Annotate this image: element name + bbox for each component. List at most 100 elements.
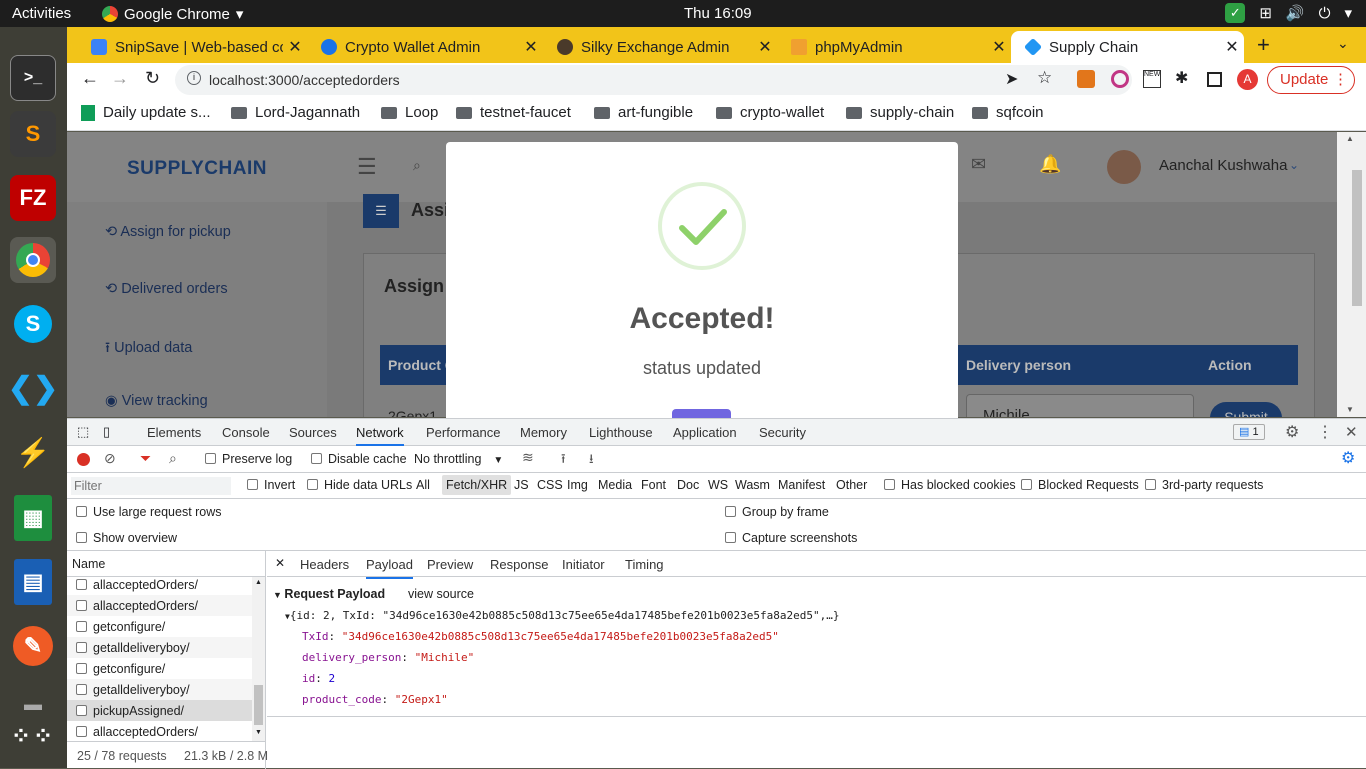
bookmark-folder[interactable]: Lord-Jagannath: [231, 104, 360, 121]
bookmark-folder[interactable]: supply-chain: [846, 104, 954, 121]
large-rows-checkbox[interactable]: Use large request rows: [76, 505, 222, 519]
blocked-requests-checkbox[interactable]: Blocked Requests: [1021, 478, 1139, 492]
tab-performance[interactable]: Performance: [426, 425, 500, 440]
request-row[interactable]: getalldeliveryboy/: [67, 637, 252, 658]
tab-snipsave[interactable]: SnipSave | Web-based co ✕: [77, 31, 307, 63]
activities-button[interactable]: Activities: [12, 5, 71, 22]
request-row[interactable]: allacceptedOrders/: [67, 595, 252, 616]
close-icon[interactable]: ✕: [1345, 423, 1358, 441]
invert-checkbox[interactable]: Invert: [247, 478, 295, 492]
close-icon[interactable]: ✕: [1220, 37, 1244, 57]
type-filter-fetch-xhr[interactable]: Fetch/XHR: [442, 475, 512, 495]
tab-crypto-wallet[interactable]: Crypto Wallet Admin ✕: [307, 31, 543, 63]
back-icon[interactable]: ←: [81, 68, 99, 89]
detail-tab-preview[interactable]: Preview: [427, 557, 473, 572]
close-icon[interactable]: ✕: [283, 37, 307, 57]
type-filter-font[interactable]: Font: [641, 478, 666, 492]
bookmark-folder[interactable]: art-fungible: [594, 104, 693, 121]
third-party-checkbox[interactable]: 3rd-party requests: [1145, 478, 1263, 492]
payload-section-header[interactable]: ▼ Request Payload: [273, 587, 385, 601]
info-icon[interactable]: i: [187, 71, 201, 85]
hide-data-urls-checkbox[interactable]: Hide data URLs: [307, 478, 412, 492]
mail-icon[interactable]: ✉: [971, 154, 986, 175]
filter-input[interactable]: [71, 477, 231, 495]
sidebar-item-delivered-orders[interactable]: ⟲ Delivered orders: [105, 281, 228, 297]
bell-icon[interactable]: 🔔: [1039, 154, 1061, 175]
type-filter-doc[interactable]: Doc: [677, 478, 699, 492]
tab-application[interactable]: Application: [673, 425, 737, 440]
chrome-icon[interactable]: [10, 237, 56, 283]
name-column-header[interactable]: Name: [67, 551, 266, 577]
spreadsheet-icon[interactable]: ▦: [14, 495, 52, 541]
metamask-icon[interactable]: [1077, 70, 1095, 88]
reload-icon[interactable]: ↻: [145, 68, 160, 89]
throttling-select[interactable]: No throttling ▼: [414, 452, 503, 466]
bookmark-folder[interactable]: Loop: [381, 104, 438, 121]
address-bar[interactable]: i localhost:3000/acceptedorders ➤ ☆: [175, 65, 1132, 95]
scroll-down-icon[interactable]: ▼: [1346, 405, 1354, 414]
has-blocked-cookies-checkbox[interactable]: Has blocked cookies: [884, 478, 1016, 492]
tab-sources[interactable]: Sources: [289, 425, 337, 440]
document-icon[interactable]: ▤: [14, 559, 52, 605]
type-filter-css[interactable]: CSS: [537, 478, 563, 492]
tab-lighthouse[interactable]: Lighthouse: [589, 425, 653, 440]
type-filter-manifest[interactable]: Manifest: [778, 478, 825, 492]
device-toolbar-icon[interactable]: ▯: [103, 424, 110, 440]
view-source-link[interactable]: view source: [408, 587, 474, 601]
filter-icon[interactable]: ⏷: [140, 450, 151, 467]
tab-elements[interactable]: Elements: [147, 425, 201, 440]
tab-console[interactable]: Console: [222, 425, 270, 440]
side-panel-icon[interactable]: [1207, 72, 1222, 87]
detail-tab-headers[interactable]: Headers: [300, 557, 349, 572]
hamburger-icon[interactable]: ☰: [357, 154, 377, 180]
scroll-down-icon[interactable]: ▼: [255, 729, 262, 736]
type-filter-js[interactable]: JS: [514, 478, 529, 492]
export-har-icon[interactable]: ⭳: [589, 450, 594, 472]
type-filter-other[interactable]: Other: [836, 478, 867, 492]
type-filter-img[interactable]: Img: [567, 478, 588, 492]
scrollbar-thumb[interactable]: [254, 685, 263, 725]
detail-tab-payload[interactable]: Payload: [366, 557, 413, 579]
preserve-log-checkbox[interactable]: Preserve log: [205, 452, 292, 466]
page-scrollbar[interactable]: ▲ ▼: [1337, 132, 1366, 417]
request-row[interactable]: allacceptedOrders/: [67, 721, 252, 741]
puzzle-icon[interactable]: ✱: [1175, 68, 1188, 88]
sublime-text-icon[interactable]: S: [10, 111, 56, 157]
tab-phpmyadmin[interactable]: phpMyAdmin ✕: [777, 31, 1011, 63]
system-tray[interactable]: ✓ ⊞ 🔊 ⏻ ▾: [1225, 3, 1352, 23]
request-row[interactable]: getconfigure/: [67, 658, 252, 679]
search-icon[interactable]: ⌕: [413, 157, 421, 174]
user-name[interactable]: Aanchal Kushwaha: [1159, 157, 1287, 174]
type-filter-media[interactable]: Media: [598, 478, 632, 492]
app-menu[interactable]: Google Chrome ▾: [102, 5, 243, 23]
sidebar-item-assign-pickup[interactable]: ⟲ Assign for pickup: [105, 224, 231, 240]
import-har-icon[interactable]: ⭱: [561, 450, 566, 472]
scrollbar-thumb[interactable]: [1352, 170, 1362, 306]
payload-summary[interactable]: ▼{id: 2, TxId: "34d96ce1630e42b0885c508d…: [285, 609, 840, 622]
detail-tab-timing[interactable]: Timing: [625, 557, 664, 572]
capture-screenshots-checkbox[interactable]: Capture screenshots: [725, 531, 857, 545]
sidebar-item-view-tracking[interactable]: ◉ View tracking: [105, 393, 208, 409]
extension-new-icon[interactable]: NEW: [1143, 70, 1161, 88]
bookmark-folder[interactable]: sqfcoin: [972, 104, 1044, 121]
request-row-selected[interactable]: pickupAssigned/: [67, 700, 252, 721]
request-row[interactable]: getconfigure/: [67, 616, 252, 637]
more-vert-icon[interactable]: ⋮: [1317, 422, 1333, 442]
delivery-person-select[interactable]: Michile: [966, 394, 1194, 417]
volume-icon[interactable]: 🔊: [1286, 4, 1305, 22]
send-icon[interactable]: ➤: [1005, 69, 1018, 89]
close-icon[interactable]: ✕: [275, 556, 285, 570]
power-icon[interactable]: ⏻: [1319, 5, 1331, 22]
search-icon[interactable]: ⌕: [169, 450, 177, 467]
record-icon[interactable]: [77, 453, 90, 466]
type-filter-all[interactable]: All: [416, 478, 430, 492]
network-icon[interactable]: ⊞: [1259, 4, 1272, 22]
request-row[interactable]: allacceptedOrders/: [67, 577, 252, 595]
sidebar-item-upload-data[interactable]: ⭱ Upload data: [105, 337, 192, 362]
request-list-scrollbar[interactable]: ▲ ▼: [252, 577, 265, 741]
bookmark-daily-update[interactable]: Daily update s...: [81, 104, 211, 121]
tab-supply-chain[interactable]: Supply Chain ✕: [1011, 31, 1244, 63]
vscode-icon[interactable]: ❮❯: [8, 365, 58, 411]
disable-cache-checkbox[interactable]: Disable cache: [311, 452, 407, 466]
bookmark-star-icon[interactable]: ☆: [1037, 68, 1052, 88]
